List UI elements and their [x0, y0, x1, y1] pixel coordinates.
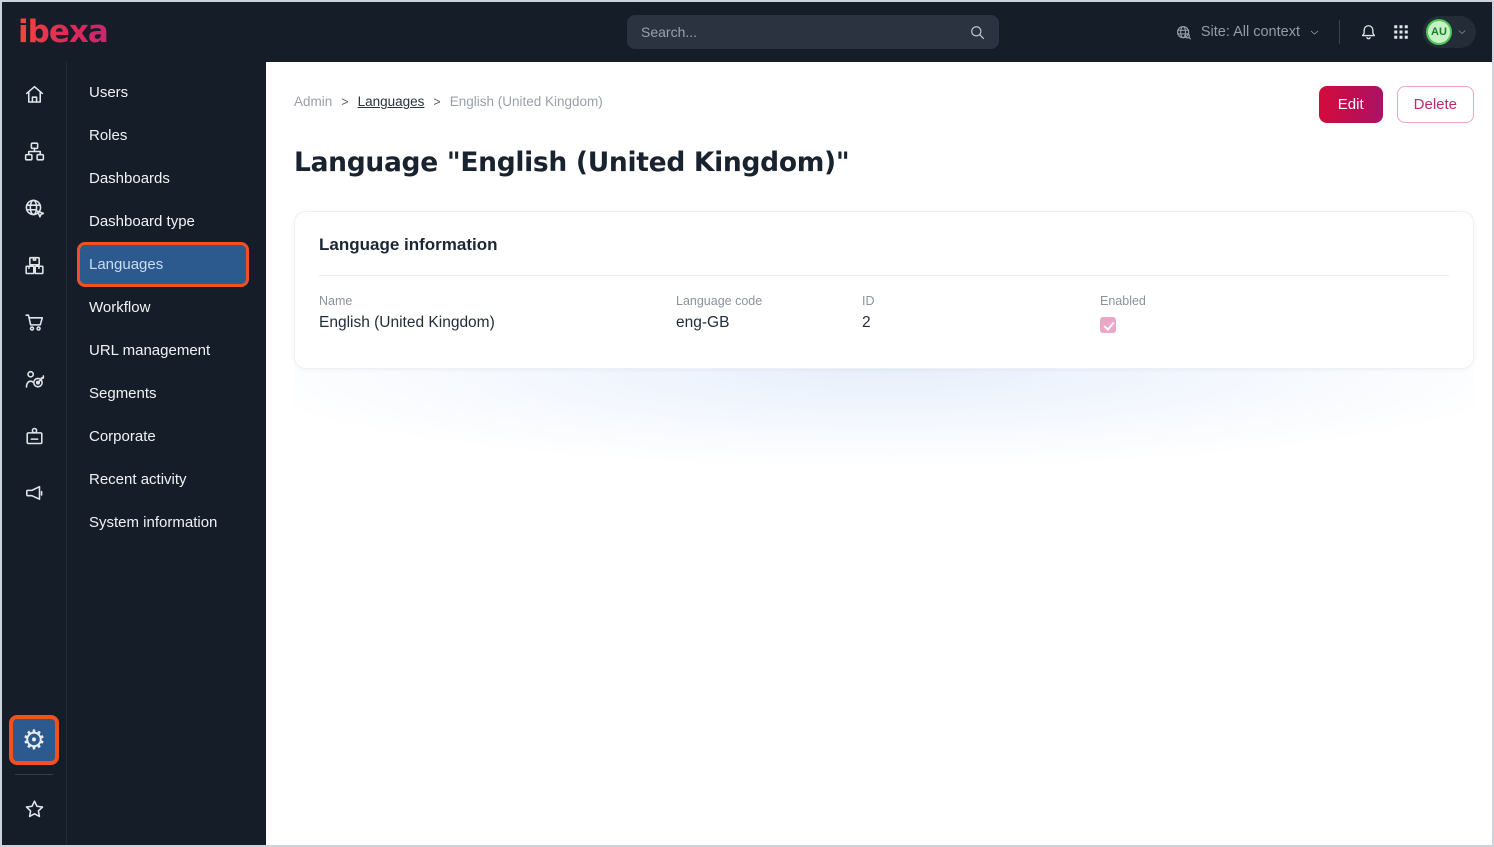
gear-icon: ⚙	[21, 724, 47, 756]
sidebar-item-workflow[interactable]: Workflow	[67, 286, 266, 329]
sidebar-item-dashboards[interactable]: Dashboards	[67, 157, 266, 200]
sidebar-item-recent-activity[interactable]: Recent activity	[67, 458, 266, 501]
breadcrumb-separator: >	[341, 94, 349, 109]
top-bar: ibexa Site: All context	[2, 2, 1492, 62]
sidebar-item-corporate[interactable]: Corporate	[67, 415, 266, 458]
field-name: Name English (United Kingdom)	[319, 294, 676, 338]
globe-cursor-icon	[25, 199, 44, 218]
rail-bottom-group: ⚙	[2, 719, 66, 845]
field-name-label: Name	[319, 294, 353, 308]
rail-commerce-button[interactable]	[2, 294, 66, 351]
sitemap-icon	[24, 142, 44, 161]
sidebar-item-roles[interactable]: Roles	[67, 114, 266, 157]
field-enabled-label: Enabled	[1100, 294, 1146, 308]
language-fields: Name English (United Kingdom) Language c…	[319, 294, 1449, 338]
field-language-code-value: eng-GB	[676, 314, 730, 331]
breadcrumb-current: English (United Kingdom)	[449, 94, 603, 109]
rail-corporate-button[interactable]	[2, 408, 66, 465]
field-language-code: Language code eng-GB	[676, 294, 862, 338]
page-title: Language "English (United Kingdom)"	[294, 147, 850, 178]
edit-button[interactable]: Edit	[1318, 86, 1383, 123]
sidebar-item-users[interactable]: Users	[67, 71, 266, 114]
sidebar-item-languages[interactable]: Languages	[80, 245, 246, 284]
field-language-code-label: Language code	[676, 294, 763, 308]
grid-icon	[1394, 25, 1408, 39]
sidebar-item-dashboard-type[interactable]: Dashboard type	[67, 200, 266, 243]
rail-content-structure-button[interactable]	[2, 123, 66, 180]
main-content: Admin > Languages > English (United King…	[266, 62, 1492, 845]
rail-home-button[interactable]	[2, 66, 66, 123]
rail-bookmarks-button[interactable]	[2, 787, 66, 831]
global-search[interactable]	[627, 15, 999, 49]
rail-product-catalog-button[interactable]	[2, 237, 66, 294]
enabled-checkbox[interactable]	[1100, 317, 1116, 333]
rail-divider	[15, 774, 53, 775]
search-icon	[971, 25, 985, 39]
field-name-value: English (United Kingdom)	[319, 314, 495, 331]
avatar: AU	[1426, 19, 1452, 45]
rail-admin-settings-button[interactable]: ⚙	[13, 719, 55, 761]
sidebar-item-system-information[interactable]: System information	[67, 501, 266, 544]
card-title: Language information	[319, 235, 498, 254]
breadcrumb: Admin > Languages > English (United King…	[294, 86, 603, 109]
rail-marketing-button[interactable]	[2, 465, 66, 522]
field-id-value: 2	[862, 314, 871, 331]
sidebar-item-url-management[interactable]: URL management	[67, 329, 266, 372]
rail-customer-targeting-button[interactable]	[2, 351, 66, 408]
bell-icon	[1361, 24, 1376, 39]
chevron-down-icon	[1310, 30, 1319, 35]
search-input[interactable]	[627, 24, 968, 40]
ibexa-logo[interactable]: ibexa	[18, 14, 109, 50]
topbar-right-group: Site: All context AU	[1174, 16, 1492, 48]
rail-site-button[interactable]	[2, 180, 66, 237]
star-icon	[25, 799, 43, 817]
user-menu[interactable]: AU	[1423, 16, 1476, 48]
megaphone-icon	[25, 485, 42, 501]
delete-button[interactable]: Delete	[1396, 86, 1474, 123]
person-target-icon	[25, 370, 44, 388]
primary-nav-rail: ⚙	[2, 62, 67, 845]
topbar-divider	[1339, 20, 1340, 44]
sidebar-item-segments[interactable]: Segments	[67, 372, 266, 415]
home-icon	[25, 85, 43, 103]
breadcrumb-languages-link[interactable]: Languages	[358, 94, 425, 109]
chevron-down-icon	[1458, 30, 1466, 34]
boxes-icon	[24, 256, 44, 275]
breadcrumb-admin: Admin	[294, 94, 333, 109]
breadcrumb-separator: >	[433, 94, 441, 109]
site-context-label: Site: All context	[1200, 24, 1300, 40]
admin-sidebar: Users Roles Dashboards Dashboard type La…	[67, 62, 266, 845]
badge-icon	[25, 427, 43, 445]
app-switcher-button[interactable]	[1392, 23, 1410, 41]
app-window: ibexa Site: All context	[0, 0, 1494, 847]
notifications-button[interactable]	[1358, 22, 1379, 43]
page-actions: Edit Delete	[1318, 86, 1474, 123]
site-context-selector[interactable]: Site: All context	[1174, 23, 1321, 42]
card-glow-decoration	[294, 369, 1474, 497]
field-enabled: Enabled	[1100, 294, 1449, 338]
field-id-label: ID	[862, 294, 875, 308]
card-divider	[319, 275, 1449, 276]
globe-icon	[1176, 25, 1191, 39]
field-id: ID 2	[862, 294, 1100, 338]
shopping-cart-icon	[24, 314, 43, 331]
language-information-card: Language information Name English (Unite…	[294, 211, 1474, 369]
